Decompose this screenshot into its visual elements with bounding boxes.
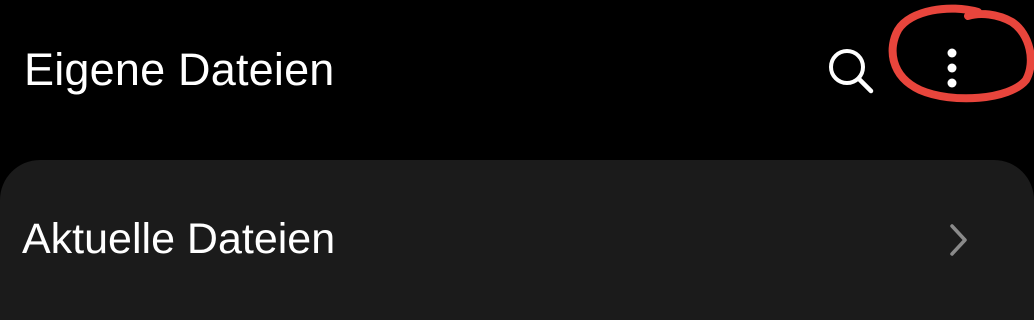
list-item-recent-files[interactable]: Aktuelle Dateien [0, 160, 1034, 320]
chevron-right-icon [950, 224, 967, 256]
search-icon [829, 49, 874, 94]
page-title: Eigene Dateien [24, 44, 335, 95]
storage-card: Aktuelle Dateien [0, 160, 1034, 320]
app-bar: Eigene Dateien [0, 0, 1034, 140]
search-button[interactable] [818, 38, 882, 102]
more-vertical-icon [947, 48, 957, 88]
list-item-label: Aktuelle Dateien [22, 215, 336, 263]
more-options-button[interactable] [920, 38, 984, 102]
